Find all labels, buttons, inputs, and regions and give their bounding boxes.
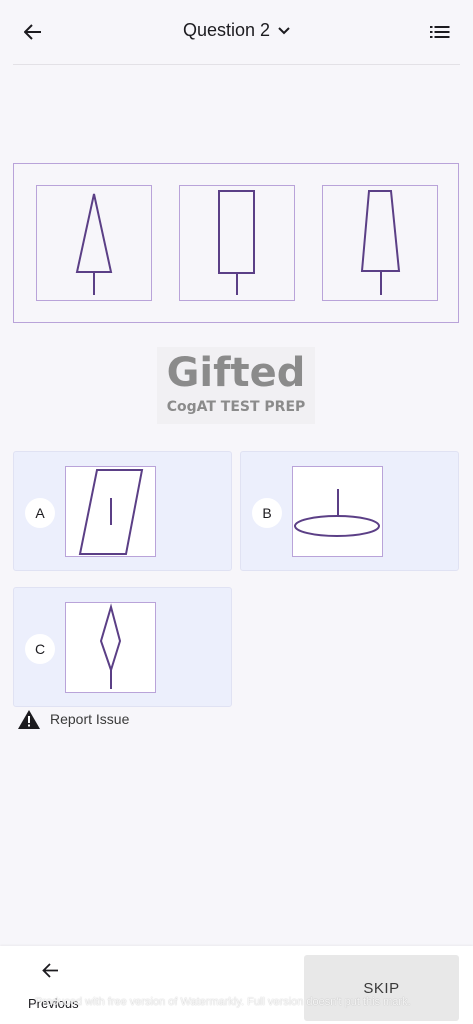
logo-main-text: Gifted xyxy=(166,350,306,396)
rectangle-on-stem-figure xyxy=(218,190,255,295)
question-selector[interactable]: Question 2 xyxy=(183,20,290,41)
chevron-down-icon xyxy=(278,26,290,34)
arrow-left-icon xyxy=(42,963,58,978)
watermark-text: Produced with free version of Watermarkl… xyxy=(35,996,411,1008)
question-figure-2 xyxy=(179,185,295,301)
previous-button[interactable]: Previous xyxy=(24,946,84,1024)
report-issue-link[interactable]: Report Issue xyxy=(17,707,129,731)
question-title-wrap: Question 2 xyxy=(0,20,473,41)
question-figure-3 xyxy=(322,185,438,301)
trapezoid-on-stem-figure xyxy=(360,190,401,295)
logo-sub-text: CogAT TEST PREP xyxy=(166,399,306,415)
warning-icon xyxy=(18,709,40,729)
skip-button[interactable]: SKIP xyxy=(304,955,459,1021)
option-c-image xyxy=(65,602,156,693)
question-figure-panel xyxy=(13,163,459,323)
diamond-on-stem-figure xyxy=(99,603,122,689)
option-b[interactable]: B xyxy=(240,451,459,571)
option-b-image xyxy=(292,466,383,557)
report-issue-label: Report Issue xyxy=(50,711,130,727)
option-a[interactable]: A xyxy=(13,451,232,571)
option-a-image xyxy=(65,466,156,557)
option-letter: C xyxy=(25,634,55,664)
parallelogram-with-line-figure xyxy=(78,469,144,555)
top-app-bar: Question 2 xyxy=(0,0,473,64)
option-letter: A xyxy=(25,498,55,528)
gifted-logo: Gifted CogAT TEST PREP xyxy=(157,347,315,424)
question-list-icon xyxy=(430,26,450,38)
page-title: Question 2 xyxy=(182,20,271,40)
option-c[interactable]: C xyxy=(13,587,232,707)
header-divider xyxy=(13,64,460,65)
triangle-on-stem-figure xyxy=(75,193,113,295)
question-figure-1 xyxy=(36,185,152,301)
bottom-navigation-bar: Previous SKIP xyxy=(0,946,473,1024)
ellipse-with-stem-figure xyxy=(294,489,380,537)
option-letter: B xyxy=(252,498,282,528)
question-list-button[interactable] xyxy=(425,18,455,46)
